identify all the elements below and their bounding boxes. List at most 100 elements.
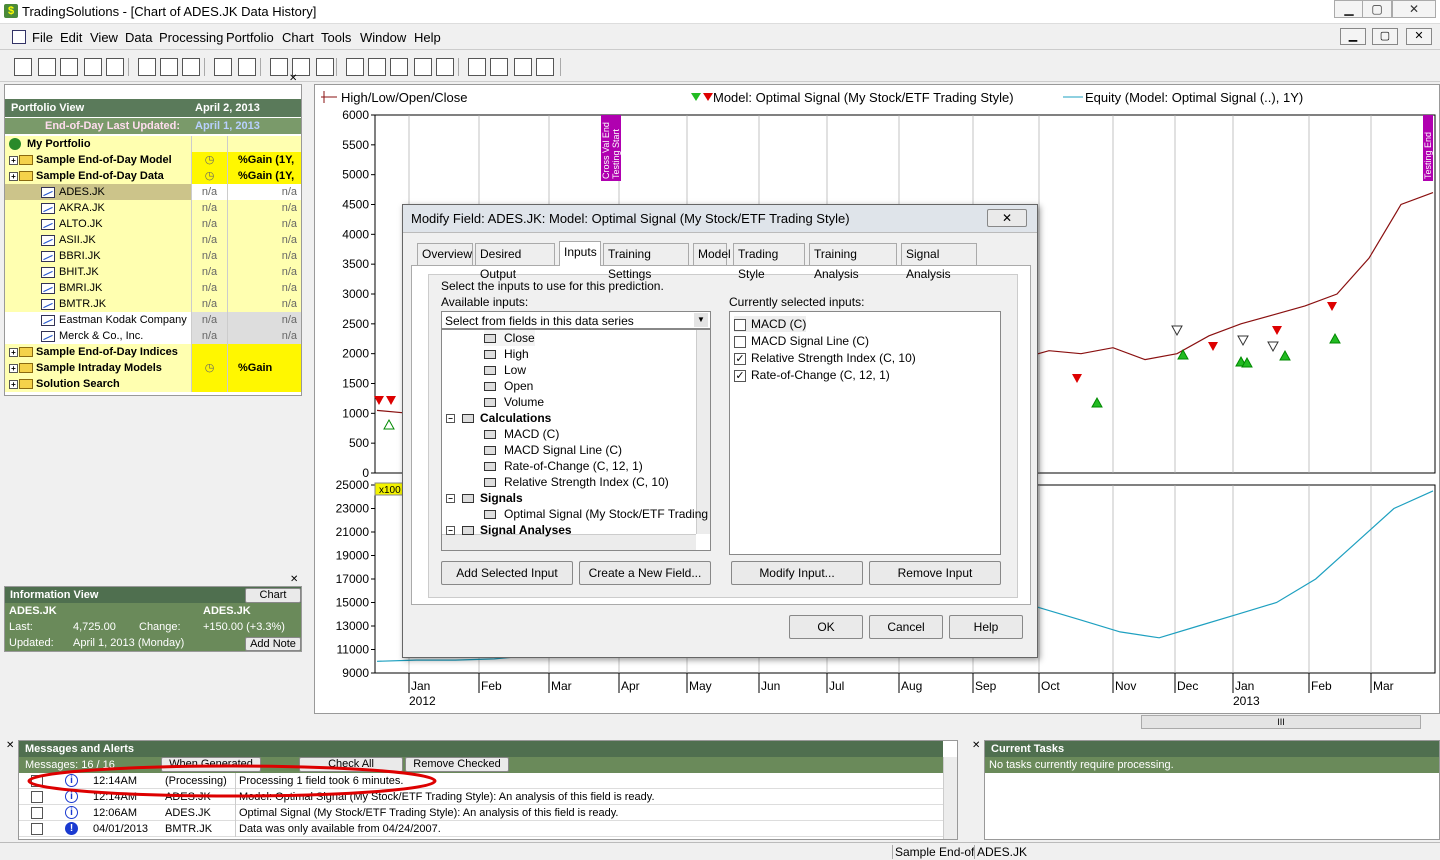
add-selected-input-button[interactable]: Add Selected Input [441, 561, 573, 585]
message-checkbox[interactable] [31, 807, 43, 819]
collapse-icon[interactable]: − [446, 526, 455, 536]
tree-item[interactable]: Close [484, 330, 535, 346]
menu-window[interactable]: Window [360, 30, 406, 45]
portfolio-row[interactable]: + Sample End-of-Day Model ◷ %Gain (1Y, [5, 152, 301, 168]
tree-vscrollbar[interactable] [696, 330, 710, 534]
tab-model[interactable]: Model [693, 243, 731, 265]
tree-item[interactable]: Volume [484, 394, 544, 410]
tree-item[interactable]: Low [484, 362, 526, 378]
stop-icon[interactable] [390, 58, 408, 76]
maximize-button[interactable]: ▢ [1362, 0, 1392, 18]
menu-chart[interactable]: Chart [282, 30, 314, 45]
selected-input-item[interactable]: MACD (C) [734, 316, 807, 332]
tree-item[interactable]: MACD (C) [484, 426, 559, 442]
info-close-icon[interactable]: ✕ [290, 574, 298, 585]
help-button[interactable]: Help [949, 615, 1023, 639]
expand-icon[interactable]: + [9, 171, 18, 181]
menu-processing[interactable]: Processing [159, 30, 223, 45]
expand-icon[interactable]: + [9, 379, 18, 389]
selected-inputs-list[interactable]: MACD (C) MACD Signal Line (C) ✓ Relative St… [729, 311, 1001, 555]
tab-overview[interactable]: Overview [417, 243, 473, 265]
portfolio-row[interactable]: + Sample Intraday Models ◷%Gain (w/C [5, 360, 301, 390]
collapse-icon[interactable]: − [446, 494, 455, 504]
checkbox[interactable] [734, 335, 746, 348]
selected-input-item[interactable]: MACD Signal Line (C) [734, 333, 869, 349]
message-checkbox[interactable] [31, 823, 43, 835]
portfolio-row[interactable]: Eastman Kodak Company n/a n/a [5, 312, 301, 328]
expand-icon[interactable]: + [9, 155, 18, 165]
portfolio-row[interactable]: ADES.JK n/a n/a [5, 184, 301, 200]
collapse-icon[interactable]: − [446, 414, 455, 424]
dialog-close-button[interactable]: ✕ [987, 209, 1027, 227]
portfolio-row[interactable]: AKRA.JK n/a n/a [5, 200, 301, 216]
checkbox[interactable]: ✓ [734, 352, 746, 365]
tab-trading-style[interactable]: Trading Style [733, 243, 805, 281]
mdi-close-button[interactable]: ✕ [1406, 28, 1432, 45]
tree-item[interactable]: − Signal Analyses [446, 522, 572, 538]
help-icon[interactable] [536, 58, 554, 76]
minimize-button[interactable]: ▁ [1334, 0, 1364, 18]
message-row[interactable]: i 12:06AM ADES.JK Optimal Signal (My Stock/… [19, 805, 943, 821]
tab-inputs[interactable]: Inputs [559, 241, 601, 266]
run-icon[interactable] [414, 58, 432, 76]
tree-item[interactable]: − Signals [446, 490, 523, 506]
menu-view[interactable]: View [90, 30, 118, 45]
tab-training-analysis[interactable]: Training Analysis [809, 243, 897, 281]
tab-desired-output[interactable]: Desired Output [475, 243, 555, 281]
portfolio-row[interactable]: + Sample End-of-Day Data ◷ %Gain (1Y, [5, 168, 301, 184]
selected-input-item[interactable]: ✓ Relative Strength Index (C, 10) [734, 350, 916, 366]
source-combo[interactable]: Select from fields in this data series ▼ [441, 311, 711, 329]
portfolio-row[interactable]: BHIT.JK n/a n/a [5, 264, 301, 280]
portfolio-row[interactable]: ASII.JK n/a n/a [5, 232, 301, 248]
close-icon[interactable]: ✕ [289, 73, 297, 84]
tree-item[interactable]: MACD Signal Line (C) [484, 442, 622, 458]
function-icon[interactable] [346, 58, 364, 76]
portfolio-row[interactable]: My Portfolio [5, 136, 301, 152]
menu-tools[interactable]: Tools [321, 30, 351, 45]
portfolio-row[interactable]: ALTO.JK n/a n/a [5, 216, 301, 232]
tab-signal-analysis[interactable]: Signal Analysis [901, 243, 977, 281]
create-new-field-button[interactable]: Create a New Field... [579, 561, 711, 585]
ok-button[interactable]: OK [789, 615, 863, 639]
menu-help[interactable]: Help [414, 30, 441, 45]
doc-icon[interactable] [12, 30, 26, 44]
paste2-icon[interactable] [316, 58, 334, 76]
menu-file[interactable]: File [32, 30, 53, 45]
close-button[interactable]: ✕ [1392, 0, 1436, 18]
tree-item[interactable]: Relative Strength Index (C, 10) [484, 474, 669, 490]
portfolio-row[interactable]: + Solution Search [5, 376, 301, 392]
tree-item[interactable]: Open [484, 378, 533, 394]
checkbox[interactable] [734, 318, 746, 331]
remove-input-button[interactable]: Remove Input [869, 561, 1001, 585]
checkbox[interactable]: ✓ [734, 369, 746, 382]
selected-input-item[interactable]: ✓ Rate-of-Change (C, 12, 1) [734, 367, 890, 383]
horizontal-scrollbar[interactable]: III [1141, 715, 1421, 729]
menu-edit[interactable]: Edit [60, 30, 82, 45]
chevron-down-icon[interactable]: ▼ [694, 313, 708, 327]
tree-item[interactable]: Rate-of-Change (C, 12, 1) [484, 458, 643, 474]
portfolio-row[interactable]: BMTR.JK n/a n/a [5, 296, 301, 312]
menu-data[interactable]: Data [125, 30, 152, 45]
book-icon[interactable] [468, 58, 486, 76]
mdi-minimize-button[interactable]: ▁ [1340, 28, 1366, 45]
alarm-icon[interactable] [490, 58, 508, 76]
tree-item[interactable]: Optimal Signal (My Stock/ETF Trading S [484, 506, 710, 522]
mdi-restore-button[interactable]: ▢ [1372, 28, 1398, 45]
messages-close-icon[interactable]: ✕ [6, 740, 14, 751]
tree-item[interactable]: − Calculations [446, 410, 551, 426]
add-note-button[interactable]: Add Note [245, 637, 301, 651]
tasks-close-icon[interactable]: ✕ [972, 740, 980, 751]
cancel-button[interactable]: Cancel [869, 615, 943, 639]
available-inputs-tree[interactable]: Close High Low Open Volume − Calculations MACD … [441, 329, 711, 551]
messages-scrollbar[interactable] [943, 757, 957, 839]
arrows-icon[interactable] [368, 58, 386, 76]
modify-input-button[interactable]: Modify Input... [731, 561, 863, 585]
portfolio-row[interactable]: BBRI.JK n/a n/a [5, 248, 301, 264]
expand-icon[interactable]: + [9, 363, 18, 373]
message-row[interactable]: ! 04/01/2013 BMTR.JK Data was only availabl… [19, 821, 943, 837]
portfolio-row[interactable]: BMRI.JK n/a n/a [5, 280, 301, 296]
portfolio-row[interactable]: + Sample End-of-Day Indices [5, 344, 301, 360]
tree-item[interactable]: High [484, 346, 529, 362]
portfolio-row[interactable]: Merck & Co., Inc. n/a n/a [5, 328, 301, 344]
tools-icon[interactable] [514, 58, 532, 76]
